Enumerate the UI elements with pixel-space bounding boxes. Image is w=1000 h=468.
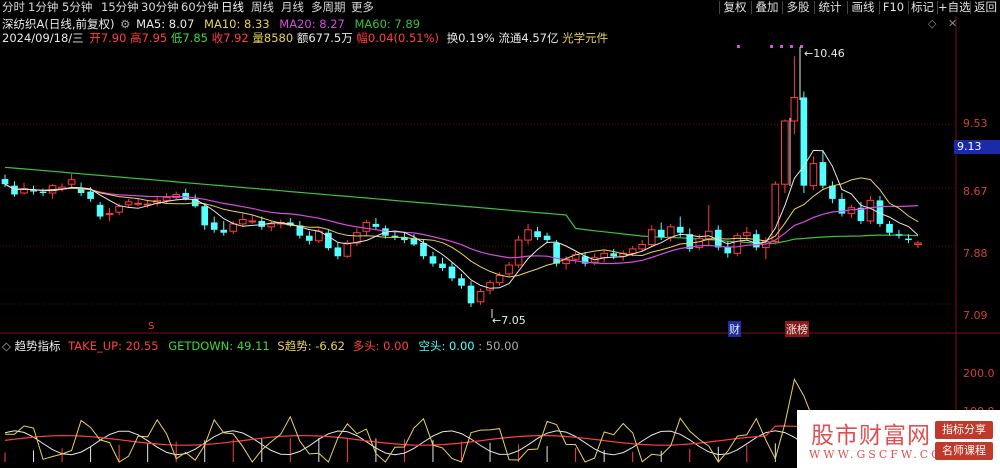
limit-up-dot	[770, 45, 773, 48]
candle-body	[819, 162, 827, 186]
candle-body	[410, 238, 418, 245]
candle-body	[362, 221, 371, 232]
getdown-value: GETDOWN: 49.11	[168, 339, 270, 353]
candle-body	[115, 205, 123, 213]
candle-body	[638, 243, 647, 250]
candle-body	[534, 231, 541, 238]
candle-body	[505, 264, 513, 275]
candle-body	[439, 263, 446, 269]
candle-body	[724, 247, 732, 254]
candle-body	[124, 201, 133, 206]
candle-body	[676, 226, 684, 233]
candle-body	[11, 185, 18, 195]
watermark-title: 股市财富网	[811, 423, 931, 449]
candle-body	[220, 229, 228, 233]
candle-body	[458, 278, 465, 286]
high-price-label: ←10.46	[804, 47, 845, 60]
candle-body	[800, 97, 808, 186]
candle-body	[210, 222, 218, 230]
candle-body	[372, 223, 380, 227]
candle-body	[742, 232, 751, 237]
candle-body	[628, 248, 637, 254]
candle-body	[543, 235, 551, 241]
candle-body	[514, 239, 523, 266]
candle-body	[134, 202, 142, 205]
indicator-header: ◇ 趋势指标 TAKE_UP: 20.55 GETDOWN: 49.11 S趋势…	[2, 339, 519, 353]
candle-body	[67, 179, 76, 185]
candle-body	[553, 243, 560, 264]
ma20-line	[4, 183, 919, 265]
limit-up-dot	[737, 45, 740, 48]
indicator-name[interactable]: 趋势指标	[15, 339, 61, 353]
watermark: 股市财富网 WWW.GSCFW.COM 指标分享 名师课程	[797, 410, 1000, 468]
candle-body	[87, 191, 94, 199]
candle-body	[524, 229, 532, 241]
candle-body	[476, 291, 485, 303]
s-marker[interactable]: S	[148, 321, 154, 332]
ma10-line	[4, 177, 919, 278]
candle-body	[182, 193, 190, 199]
candle-body	[666, 226, 675, 238]
candle-body	[162, 196, 171, 201]
candle-body	[448, 266, 456, 279]
finance-marker[interactable]: 财	[728, 321, 741, 337]
price-tick-4: 7.09	[963, 309, 988, 322]
candle-body	[39, 191, 47, 194]
candle-body	[829, 185, 836, 199]
candle-body	[495, 274, 504, 284]
limit-up-marker[interactable]: 涨榜	[785, 321, 809, 337]
fifty-value: : 50.00	[478, 339, 519, 353]
candle-body	[809, 163, 818, 187]
price-tick-1: 9.53	[963, 117, 988, 130]
candle-body	[420, 243, 427, 257]
candle-body	[429, 256, 437, 264]
candle-body	[895, 234, 903, 236]
limit-up-dot	[790, 45, 793, 48]
candle-body	[914, 242, 922, 245]
candle-body	[267, 223, 276, 228]
indicator-tick-1: 200.0	[963, 367, 995, 380]
candle-body	[886, 223, 893, 233]
indicator-toggle-icon[interactable]: ◇	[2, 339, 11, 353]
candle-body	[657, 229, 665, 238]
price-tick-2: 8.67	[963, 185, 988, 198]
current-price-tag: 9.13	[954, 140, 1000, 154]
candle-body	[866, 199, 875, 222]
limit-up-dot	[780, 45, 783, 48]
candle-body	[238, 218, 247, 225]
candle-body	[96, 204, 104, 217]
candle-body	[105, 213, 114, 216]
kongtou-value: 空头: 0.00	[418, 339, 475, 353]
low-price-label: ←7.05	[492, 314, 526, 327]
candle-body	[1, 179, 9, 185]
watermark-tag-1: 指标分享	[935, 421, 993, 439]
candle-body	[610, 253, 617, 257]
candle-body	[201, 206, 209, 226]
candle-body	[306, 235, 313, 241]
candle-body	[467, 285, 475, 304]
candle-body	[704, 230, 713, 240]
candle-body	[781, 120, 789, 185]
kline-chart[interactable]	[0, 0, 1000, 468]
candle-body	[486, 282, 494, 291]
candle-body	[334, 247, 342, 257]
watermark-tag-2: 名师课程	[935, 442, 993, 460]
price-tick-3: 7.88	[963, 247, 988, 260]
candle-body	[790, 96, 799, 122]
low-price-value: 7.05	[501, 314, 526, 327]
duotou-value: 多头: 0.00	[352, 339, 409, 353]
high-price-value: 10.46	[813, 47, 845, 60]
candle-body	[248, 220, 257, 223]
take-up-value: TAKE_UP: 20.55	[68, 339, 159, 353]
candle-body	[905, 238, 912, 241]
candle-body	[647, 229, 656, 245]
candle-body	[229, 223, 238, 232]
candle-body	[343, 242, 352, 257]
trend-value: S趋势: -6.62	[277, 339, 345, 353]
